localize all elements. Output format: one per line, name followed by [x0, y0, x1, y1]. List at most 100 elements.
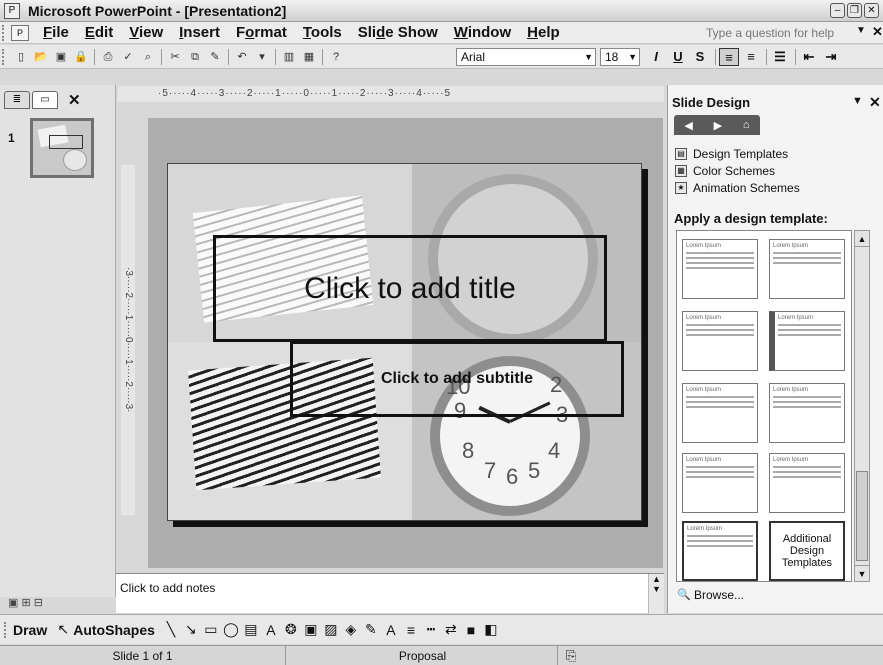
- forward-icon[interactable]: ▶: [714, 119, 722, 132]
- template-thumbnail[interactable]: Lorem Ipsum: [769, 239, 845, 299]
- minimize-button[interactable]: –: [830, 3, 845, 18]
- new-icon[interactable]: ▯: [13, 49, 29, 65]
- menu-tools[interactable]: Tools: [295, 24, 350, 41]
- font-color-icon[interactable]: A: [382, 622, 400, 638]
- copy-icon[interactable]: ⧉: [187, 49, 203, 65]
- print-icon[interactable]: ⎙: [100, 49, 116, 65]
- chevron-down-icon[interactable]: ▼: [852, 95, 863, 107]
- numbering-icon[interactable]: ☰: [770, 48, 790, 66]
- tab-slides[interactable]: ▭: [32, 91, 58, 109]
- template-thumbnail[interactable]: Lorem Ipsum: [682, 453, 758, 513]
- additional-templates-button[interactable]: Additional Design Templates: [769, 521, 845, 581]
- powerpoint-icon[interactable]: P: [4, 2, 20, 19]
- shadow-button[interactable]: S: [690, 48, 710, 66]
- template-gallery-scrollbar[interactable]: ▲ ▼: [854, 230, 870, 582]
- research-icon[interactable]: ⌕: [140, 49, 156, 65]
- toolbar-grip[interactable]: [2, 24, 7, 41]
- align-left-icon[interactable]: ≡: [719, 48, 739, 66]
- line-icon[interactable]: ╲: [162, 621, 180, 638]
- document-close-icon[interactable]: ✕: [872, 24, 883, 40]
- home-icon[interactable]: ⌂: [743, 119, 750, 131]
- notes-field[interactable]: Click to add notes: [116, 573, 664, 613]
- wordart-icon[interactable]: A: [262, 622, 280, 638]
- title-placeholder[interactable]: Click to add title: [213, 235, 607, 342]
- rectangle-icon[interactable]: ▭: [202, 621, 220, 638]
- menu-slide-show[interactable]: Slide Show: [350, 24, 446, 41]
- text-box-icon[interactable]: ▤: [242, 621, 260, 638]
- autoshapes-menu-button[interactable]: AutoShapes: [73, 622, 155, 638]
- close-icon[interactable]: ✕: [68, 91, 81, 109]
- font-name-select[interactable]: Arial ▼: [456, 48, 596, 66]
- template-thumbnail[interactable]: Lorem Ipsum: [682, 311, 758, 371]
- toolbar-grip[interactable]: [4, 621, 9, 638]
- decrease-indent-icon[interactable]: ⇤: [799, 48, 819, 66]
- picture-icon[interactable]: ▨: [322, 621, 340, 638]
- scroll-thumb[interactable]: [856, 471, 868, 561]
- help-dropdown-icon[interactable]: ▼: [856, 25, 866, 36]
- draw-menu-button[interactable]: Draw: [13, 622, 47, 638]
- menu-view[interactable]: View: [121, 24, 171, 41]
- spelling-icon[interactable]: ✓: [120, 49, 136, 65]
- help-icon[interactable]: ?: [328, 49, 344, 65]
- increase-indent-icon[interactable]: ⇥: [821, 48, 841, 66]
- 3d-style-icon[interactable]: ◧: [482, 621, 500, 638]
- arrow-style-icon[interactable]: ⇄: [442, 621, 460, 638]
- menu-edit[interactable]: Edit: [77, 24, 121, 41]
- italic-button[interactable]: I: [646, 48, 666, 66]
- close-icon[interactable]: ✕: [869, 94, 881, 111]
- toolbar-grip[interactable]: [2, 48, 7, 65]
- cut-icon[interactable]: ✂: [167, 49, 183, 65]
- back-icon[interactable]: ◀: [684, 119, 692, 132]
- template-thumbnail[interactable]: Lorem Ipsum: [682, 521, 758, 581]
- close-button[interactable]: ✕: [864, 3, 879, 18]
- undo-dropdown-icon[interactable]: ▾: [254, 49, 270, 65]
- menu-insert[interactable]: Insert: [171, 24, 228, 41]
- template-thumbnail[interactable]: Lorem Ipsum: [769, 453, 845, 513]
- template-thumbnail[interactable]: Lorem Ipsum: [769, 383, 845, 443]
- chevron-down-icon[interactable]: ▼: [628, 49, 637, 65]
- notes-scrollbar[interactable]: ▲ ▼: [648, 574, 664, 614]
- menu-format[interactable]: Format: [228, 24, 295, 41]
- menu-help[interactable]: Help: [519, 24, 568, 41]
- template-thumbnail[interactable]: Lorem Ipsum: [769, 311, 845, 371]
- restore-button[interactable]: ❐: [847, 3, 862, 18]
- template-thumbnail[interactable]: Lorem Ipsum: [682, 239, 758, 299]
- clip-art-icon[interactable]: ▣: [302, 621, 320, 638]
- color-schemes-link[interactable]: ▦ Color Schemes: [675, 164, 800, 178]
- chart-icon[interactable]: ▥: [281, 49, 297, 65]
- document-menu-icon[interactable]: P: [11, 24, 29, 41]
- menu-window[interactable]: Window: [446, 24, 519, 41]
- browse-link[interactable]: 🔍 Browse...: [674, 587, 744, 603]
- line-color-icon[interactable]: ✎: [362, 621, 380, 638]
- fill-color-icon[interactable]: ◈: [342, 621, 360, 638]
- align-center-icon[interactable]: ≡: [741, 48, 761, 66]
- slide-thumbnail[interactable]: [30, 118, 94, 178]
- slide-show-view-icon[interactable]: ⊟: [34, 597, 43, 609]
- save-icon[interactable]: ▣: [53, 49, 69, 65]
- diagram-icon[interactable]: ❂: [282, 621, 300, 638]
- animation-schemes-link[interactable]: ★ Animation Schemes: [675, 181, 800, 195]
- task-pane-title[interactable]: Slide Design: [672, 95, 750, 110]
- permission-icon[interactable]: 🔒: [73, 49, 89, 65]
- shadow-style-icon[interactable]: ■: [462, 622, 480, 638]
- normal-view-icon[interactable]: ▣: [8, 597, 18, 609]
- open-icon[interactable]: 📂: [33, 49, 49, 65]
- undo-icon[interactable]: ↶: [234, 49, 250, 65]
- oval-icon[interactable]: ◯: [222, 621, 240, 638]
- subtitle-placeholder[interactable]: Click to add subtitle: [290, 341, 624, 417]
- design-templates-link[interactable]: ▤ Design Templates: [675, 147, 800, 161]
- underline-button[interactable]: U: [668, 48, 688, 66]
- slide-sorter-view-icon[interactable]: ⊞: [21, 597, 30, 609]
- font-size-select[interactable]: 18 ▼: [600, 48, 640, 66]
- help-search-input[interactable]: Type a question for help: [702, 25, 862, 42]
- scroll-down-icon[interactable]: ▼: [855, 565, 869, 581]
- menu-file[interactable]: File: [35, 24, 77, 41]
- chevron-down-icon[interactable]: ▼: [584, 49, 593, 65]
- spelling-status-icon[interactable]: ⎘: [566, 648, 576, 664]
- tab-outline[interactable]: ≣: [4, 91, 30, 109]
- template-thumbnail[interactable]: Lorem Ipsum: [682, 383, 758, 443]
- line-style-icon[interactable]: ≡: [402, 622, 420, 638]
- scroll-up-icon[interactable]: ▲: [855, 231, 869, 247]
- table-icon[interactable]: ▦: [301, 49, 317, 65]
- select-objects-icon[interactable]: ↖: [54, 621, 72, 638]
